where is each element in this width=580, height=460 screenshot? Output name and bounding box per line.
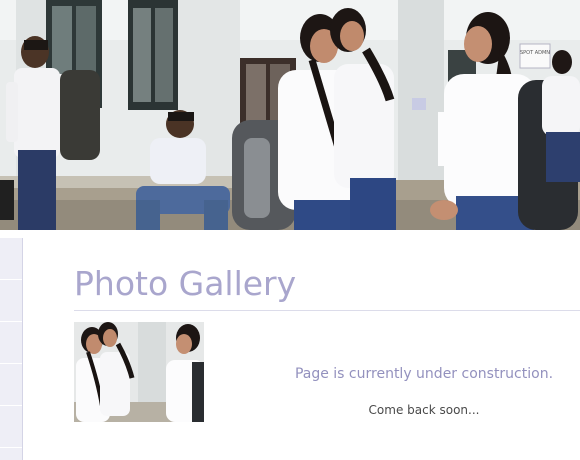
sidebar-item-5[interactable] xyxy=(0,406,22,448)
come-back-message: Come back soon... xyxy=(368,403,480,417)
sidebar-item-3[interactable] xyxy=(0,322,22,364)
sidebar-item-2[interactable] xyxy=(0,280,22,322)
page-title: Photo Gallery xyxy=(74,264,297,303)
wall-poster-text: SPOT ADMN xyxy=(520,50,550,56)
hero-banner-photo: SPOT ADMN xyxy=(0,0,580,230)
title-divider xyxy=(74,310,580,311)
sidebar-item-4[interactable] xyxy=(0,364,22,406)
construction-notice: Page is currently under construction. xyxy=(294,366,554,382)
sidebar-nav xyxy=(0,238,23,460)
gallery-thumbnail[interactable] xyxy=(74,322,204,422)
sidebar-item-1[interactable] xyxy=(0,238,22,280)
